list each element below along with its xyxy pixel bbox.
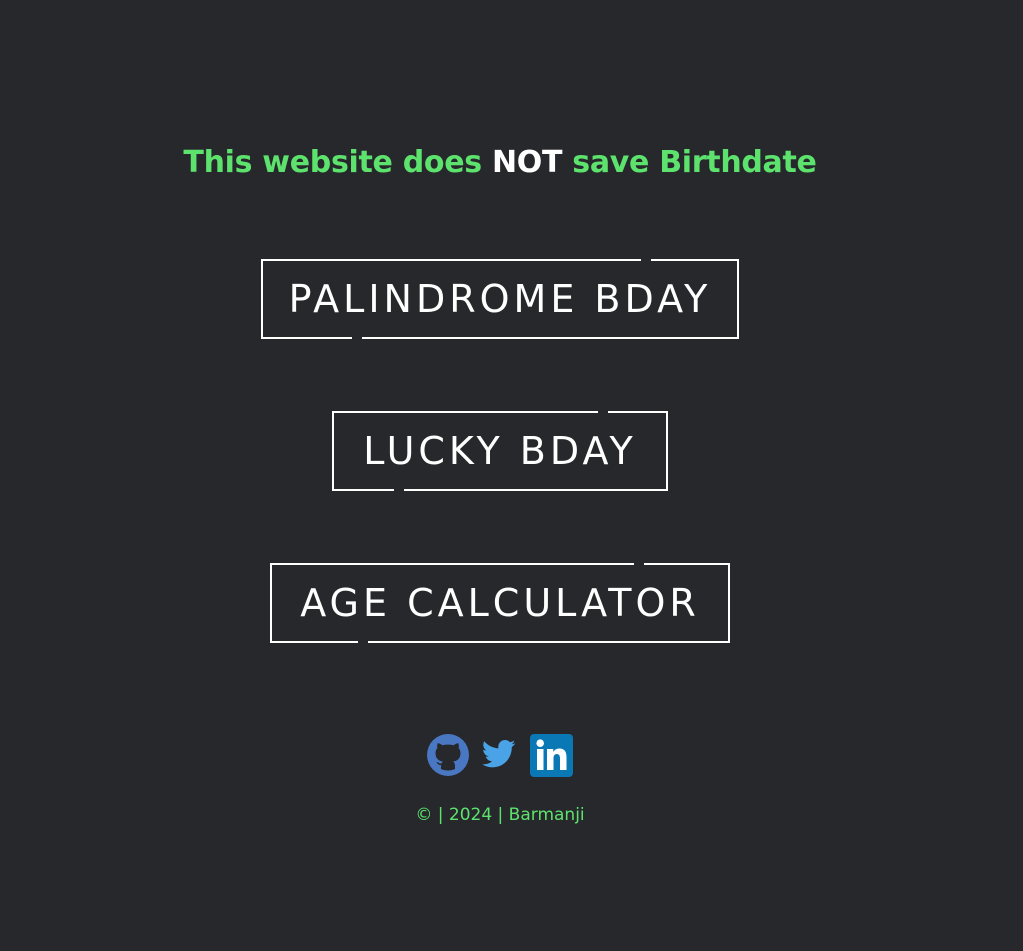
age-calculator-button[interactable]: AGE CALCULATOR <box>270 561 730 645</box>
github-icon <box>427 734 469 776</box>
lucky-bday-button[interactable]: LUCKY BDAY <box>332 409 668 493</box>
lucky-bday-label: LUCKY BDAY <box>363 429 637 473</box>
privacy-notice: This website does NOT save Birthdate <box>0 141 1000 185</box>
notice-part-1: This website does <box>183 145 492 180</box>
border-gap <box>352 335 362 341</box>
twitter-link[interactable] <box>481 739 516 773</box>
linkedin-link[interactable] <box>530 734 573 781</box>
border-gap <box>598 409 608 415</box>
page: This website does NOT save Birthdate PAL… <box>0 0 1023 951</box>
github-link[interactable] <box>426 733 470 781</box>
social-links <box>426 733 574 777</box>
age-calculator-label: AGE CALCULATOR <box>300 581 700 625</box>
border-gap <box>641 257 651 263</box>
palindrome-bday-label: PALINDROME BDAY <box>288 277 712 321</box>
palindrome-bday-button[interactable]: PALINDROME BDAY <box>261 257 739 341</box>
border-gap <box>634 561 644 567</box>
notice-part-3: save Birthdate <box>562 145 817 180</box>
twitter-icon <box>481 739 516 768</box>
footer-copyright: © | 2024 | Barmanji <box>415 805 585 825</box>
border-gap <box>358 639 368 645</box>
border-gap <box>394 487 404 493</box>
notice-emphasis: NOT <box>491 145 563 180</box>
linkedin-icon <box>530 734 573 777</box>
